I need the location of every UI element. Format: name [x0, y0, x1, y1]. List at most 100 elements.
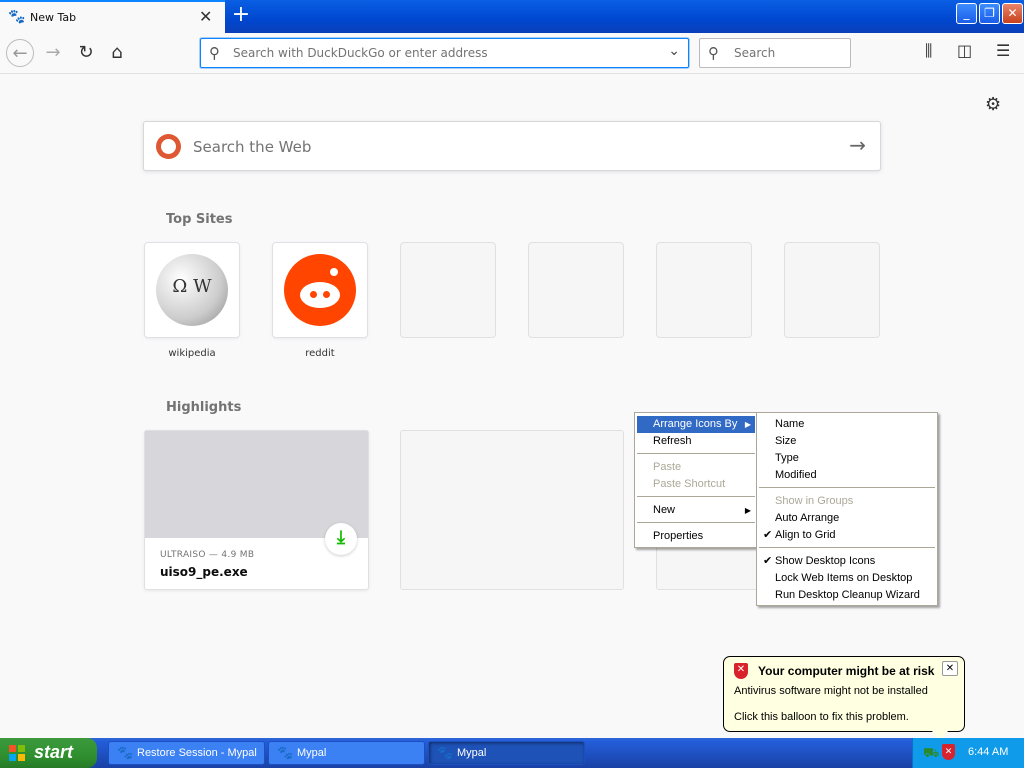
web-search-box[interactable]: → — [143, 121, 881, 171]
top-site-label: reddit — [305, 348, 335, 359]
task-label: Mypal — [457, 747, 487, 759]
top-site-empty[interactable] — [400, 242, 496, 338]
download-icon: ⤓ — [325, 523, 357, 555]
menu-separator — [637, 496, 755, 497]
submenu-item-modified[interactable]: Modified — [759, 467, 935, 484]
system-tray: ⛟ ✕ 6:44 AM — [912, 738, 1024, 768]
highlight-thumbnail — [145, 431, 368, 538]
minimize-button[interactable]: _ — [956, 3, 977, 24]
balloon-title: Your computer might be at risk — [758, 664, 935, 678]
close-window-button[interactable]: ✕ — [1002, 3, 1023, 24]
home-button[interactable]: ⌂ — [103, 39, 131, 67]
menu-separator — [759, 547, 935, 548]
tab-new-tab[interactable]: 🐾 New Tab ✕ — [0, 0, 225, 33]
top-sites-heading: Top Sites — [166, 212, 233, 227]
gear-icon[interactable]: ⚙ — [985, 94, 1001, 115]
submenu-item-show-desktop-icons[interactable]: ✔ Show Desktop Icons — [759, 553, 935, 570]
menu-item-properties[interactable]: Properties — [637, 528, 755, 545]
top-site-empty[interactable] — [784, 242, 880, 338]
duckduckgo-logo-icon — [156, 134, 181, 159]
forward-button[interactable]: → — [39, 39, 67, 67]
sidebar-icon[interactable]: ◫ — [957, 41, 972, 60]
network-icon[interactable]: ⛟ — [923, 745, 939, 763]
search-bar[interactable]: ⚲ — [699, 38, 851, 68]
windows-logo-icon — [9, 745, 25, 761]
maximize-button[interactable]: ❐ — [979, 3, 1000, 24]
hamburger-menu-icon[interactable]: ☰ — [996, 41, 1010, 60]
highlight-meta: ULTRAISO — 4.9 MB — [160, 550, 255, 560]
arrange-icons-submenu: Name Size Type Modified Show in Groups A… — [756, 412, 938, 606]
back-button[interactable]: ← — [6, 39, 34, 67]
submenu-item-desktop-cleanup[interactable]: Run Desktop Cleanup Wizard — [759, 587, 935, 604]
mypal-icon: 🐾 — [277, 745, 294, 760]
desktop-context-menu: Arrange Icons By ▶ Refresh Paste Paste S… — [634, 412, 758, 548]
taskbar: start 🐾 Restore Session - Mypal 🐾 Mypal … — [0, 738, 1024, 768]
clock[interactable]: 6:44 AM — [968, 746, 1008, 758]
menu-item-new[interactable]: New ▶ — [637, 502, 755, 519]
mypal-icon: 🐾 — [8, 9, 26, 25]
menu-item-paste: Paste — [653, 461, 682, 473]
balloon-instruction: Click this balloon to fix this problem. — [734, 711, 909, 723]
task-label: Mypal — [297, 747, 327, 759]
library-icon[interactable]: ⫼ — [925, 41, 932, 61]
top-site-reddit[interactable] — [272, 242, 368, 338]
search-icon: ⚲ — [209, 44, 220, 62]
taskbar-button-mypal-active[interactable]: 🐾 Mypal — [428, 741, 585, 765]
submenu-arrow-icon: ▶ — [744, 420, 751, 429]
menu-item-paste-shortcut: Paste Shortcut — [653, 478, 726, 490]
menu-item-label: New — [653, 504, 676, 516]
highlight-filename: uiso9_pe.exe — [160, 565, 248, 579]
submenu-item-size[interactable]: Size — [759, 433, 935, 450]
submenu-item-align-to-grid[interactable]: ✔ Align to Grid — [759, 527, 935, 544]
balloon-close-button[interactable]: ✕ — [942, 661, 958, 676]
highlights-heading: Highlights — [166, 400, 242, 415]
security-center-icon[interactable]: ✕ — [942, 744, 955, 760]
reddit-alien-icon — [284, 254, 356, 326]
balloon-message: Antivirus software might not be installe… — [734, 685, 928, 697]
menu-separator — [637, 522, 755, 523]
submenu-item-lock-web-items[interactable]: Lock Web Items on Desktop — [759, 570, 935, 587]
submenu-item-name[interactable]: Name — [759, 416, 935, 433]
security-shield-icon: ✕ — [734, 663, 748, 679]
submenu-item-show-in-groups: Show in Groups — [775, 495, 854, 507]
url-bar[interactable]: ⚲ ⌄ — [200, 38, 689, 68]
top-site-empty[interactable] — [656, 242, 752, 338]
chevron-down-icon[interactable]: ⌄ — [668, 43, 680, 59]
checkmark-icon: ✔ — [763, 529, 773, 541]
submenu-item-auto-arrange[interactable]: Auto Arrange — [759, 510, 935, 527]
checkmark-icon: ✔ — [763, 555, 773, 567]
menu-separator — [759, 487, 935, 488]
url-input[interactable] — [231, 45, 651, 61]
top-site-wikipedia[interactable]: Ω W — [144, 242, 240, 338]
new-tab-button[interactable]: + — [228, 2, 254, 30]
menu-item-refresh[interactable]: Refresh — [637, 433, 755, 450]
menu-separator — [637, 453, 755, 454]
title-bar: 🐾 New Tab ✕ + _ ❐ ✕ — [0, 0, 1024, 33]
mypal-icon: 🐾 — [117, 745, 134, 760]
top-site-label: wikipedia — [168, 348, 216, 359]
top-site-empty[interactable] — [528, 242, 624, 338]
wikipedia-globe-icon: Ω W — [156, 254, 228, 326]
highlight-card-empty — [400, 430, 624, 590]
security-balloon[interactable]: ✕ Your computer might be at risk Antivir… — [723, 656, 965, 732]
task-label: Restore Session - Mypal — [137, 747, 257, 759]
menu-item-label: Show Desktop Icons — [775, 555, 876, 567]
menu-item-label: Align to Grid — [775, 529, 836, 541]
search-icon: ⚲ — [708, 44, 719, 62]
menu-item-arrange-icons-by[interactable]: Arrange Icons By ▶ — [637, 416, 755, 433]
reload-button[interactable]: ↻ — [72, 39, 100, 67]
search-input[interactable] — [732, 45, 842, 61]
highlight-card[interactable]: ⤓ ULTRAISO — 4.9 MB uiso9_pe.exe — [144, 430, 369, 590]
tab-title: New Tab — [30, 11, 77, 24]
menu-item-label: Arrange Icons By — [653, 418, 738, 430]
navigation-toolbar: ← → ↻ ⌂ ⚲ ⌄ ⚲ ⫼ ◫ ☰ — [0, 33, 1024, 74]
start-button[interactable]: start — [0, 738, 97, 768]
mypal-icon: 🐾 — [437, 745, 454, 760]
taskbar-button-restore-session[interactable]: 🐾 Restore Session - Mypal — [108, 741, 265, 765]
submenu-item-type[interactable]: Type — [759, 450, 935, 467]
taskbar-button-mypal[interactable]: 🐾 Mypal — [268, 741, 425, 765]
web-search-input[interactable] — [191, 137, 791, 157]
start-label: start — [34, 742, 74, 762]
close-tab-icon[interactable]: ✕ — [199, 7, 212, 26]
arrow-right-icon[interactable]: → — [849, 133, 866, 157]
